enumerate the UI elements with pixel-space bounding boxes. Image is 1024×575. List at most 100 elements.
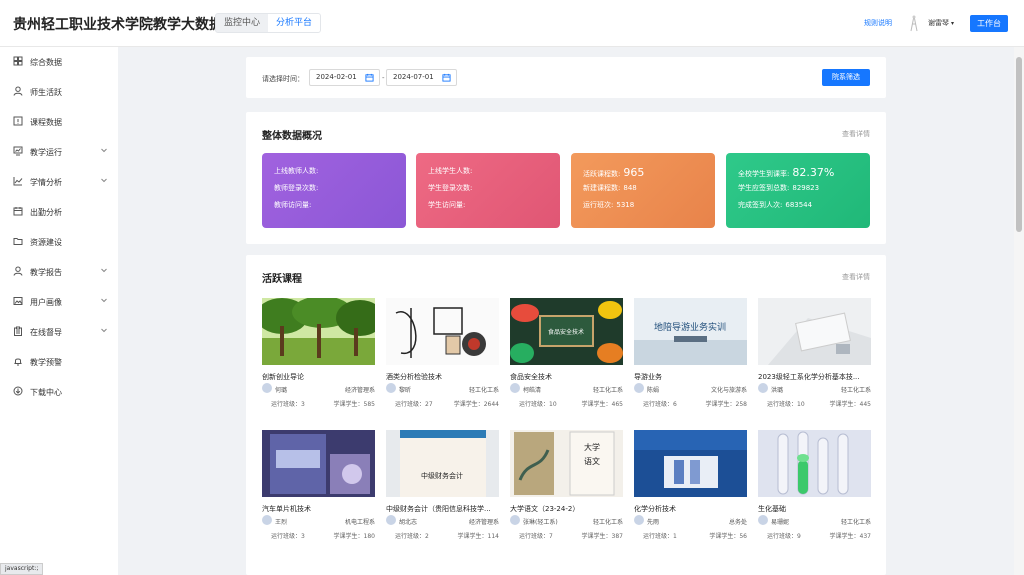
- course-title[interactable]: 化学分析技术: [634, 504, 747, 514]
- workbench-button[interactable]: 工作台: [970, 15, 1008, 32]
- classes-value: 10: [549, 401, 557, 408]
- course-title[interactable]: 酒类分析检验技术: [386, 372, 499, 382]
- download-icon: [13, 386, 23, 396]
- course-title[interactable]: 2023级轻工系化学分析基本技...: [758, 372, 871, 382]
- sidebar-item[interactable]: 出勤分析: [0, 201, 118, 223]
- tab-monitor-center[interactable]: 监控中心: [216, 14, 268, 32]
- course-thumbnail[interactable]: [758, 298, 871, 365]
- course-classes: 运行班级：27: [395, 399, 433, 408]
- course-classes: 运行班级：10: [519, 399, 557, 408]
- course-thumbnail[interactable]: 大学 语文: [510, 430, 623, 497]
- course-classes: 运行班级：7: [519, 531, 553, 540]
- sidebar-item[interactable]: 综合数据: [0, 51, 118, 73]
- students-value: 2644: [483, 401, 499, 408]
- svg-text:食品安全技术: 食品安全技术: [548, 328, 584, 336]
- course-classes: 运行班级：1: [643, 531, 677, 540]
- overview-card: 整体数据概况 查看详情 上线教师人数: 教师登录次数: 教师访问量: 上线学生人数: 学…: [246, 112, 886, 244]
- user-avatar-icon[interactable]: [907, 14, 921, 32]
- course-title[interactable]: 生化基础: [758, 504, 871, 514]
- sidebar-item[interactable]: 教学运行: [0, 141, 118, 163]
- stat-line: 运行班次: 5318: [583, 200, 634, 210]
- sidebar-item[interactable]: 在线督导: [0, 321, 118, 343]
- course-thumbnail[interactable]: [262, 430, 375, 497]
- students-value: 585: [363, 401, 375, 408]
- course-thumbnail[interactable]: [386, 298, 499, 365]
- calendar-icon: [13, 206, 23, 216]
- course-classes: 运行班级：3: [271, 531, 305, 540]
- course-thumbnail[interactable]: 中级财务会计: [386, 430, 499, 497]
- line-chart-icon: [13, 176, 23, 186]
- sidebar-item[interactable]: 师生活跃: [0, 81, 118, 103]
- course-students: 学课学生：56: [709, 531, 747, 540]
- course-students: 学课学生：437: [830, 531, 871, 540]
- classes-label: 运行班级：: [643, 533, 674, 540]
- stat-label: 教师访问量:: [274, 201, 312, 209]
- teacher-avatar: [634, 383, 644, 393]
- stat-value: 683544: [785, 201, 813, 209]
- tab-analysis-platform[interactable]: 分析平台: [268, 14, 321, 32]
- course-title[interactable]: 中级财务会计（贵阳信息科技学...: [386, 504, 499, 514]
- end-date-value: 2024-07-01: [393, 73, 434, 81]
- overview-more-link[interactable]: 查看详情: [842, 129, 870, 139]
- top-header: 贵州轻工职业技术学院教学大数据 监控中心 分析平台 规则说明 谢雷琴 ▾ 工作台: [0, 0, 1024, 47]
- classes-label: 运行班级：: [395, 533, 426, 540]
- course-teacher: 柯皓清: [523, 387, 542, 394]
- page-scrollbar[interactable]: [1014, 47, 1024, 575]
- stat-value: 5318: [616, 201, 635, 209]
- scrollbar-thumb[interactable]: [1016, 57, 1022, 232]
- user-report-icon: [13, 266, 23, 276]
- course-students: 学课学生：445: [830, 399, 871, 408]
- teacher-avatar: [386, 515, 396, 525]
- teacher-avatar: [386, 383, 396, 393]
- course-teacher: 何璐: [275, 387, 288, 394]
- course-classes: 运行班级：6: [643, 399, 677, 408]
- course-thumbnail[interactable]: [634, 430, 747, 497]
- end-date-input[interactable]: 2024-07-01: [386, 69, 457, 86]
- course-title[interactable]: 汽车单片机技术: [262, 504, 375, 514]
- course-thumbnail[interactable]: 食品安全技术: [510, 298, 623, 365]
- students-label: 学课学生：: [581, 401, 612, 408]
- teacher-avatar: [262, 383, 272, 393]
- classes-value: 1: [673, 533, 677, 540]
- course-thumbnail[interactable]: [262, 298, 375, 365]
- sidebar-item[interactable]: 资源建设: [0, 231, 118, 253]
- students-value: 258: [735, 401, 747, 408]
- start-date-input[interactable]: 2024-02-01: [309, 69, 380, 86]
- user-menu[interactable]: 谢雷琴 ▾: [928, 18, 954, 28]
- course-teacher: 易珊妮: [771, 519, 790, 526]
- course-department: 总务处: [728, 519, 747, 526]
- sidebar-item[interactable]: 学情分析: [0, 171, 118, 193]
- students-label: 学课学生：: [333, 533, 364, 540]
- stat-label: 学生应签到总数:: [738, 184, 790, 192]
- course-thumbnail[interactable]: 地陪导游业务实训: [634, 298, 747, 365]
- monitor-chart-icon: [13, 146, 23, 156]
- chevron-down-icon: [100, 146, 108, 154]
- sidebar-item[interactable]: 教学报告: [0, 261, 118, 283]
- students-label: 学课学生：: [581, 533, 612, 540]
- sidebar-item[interactable]: 教学预警: [0, 351, 118, 373]
- course-classes: 运行班级：10: [767, 399, 805, 408]
- classes-value: 6: [673, 401, 677, 408]
- app-title: 贵州轻工职业技术学院教学大数据: [13, 17, 223, 33]
- classes-label: 运行班级：: [519, 533, 550, 540]
- stat-line: 教师登录次数:: [274, 183, 321, 193]
- students-label: 学课学生：: [457, 533, 488, 540]
- sidebar-item[interactable]: 用户画像: [0, 291, 118, 313]
- course-title[interactable]: 导游业务: [634, 372, 747, 382]
- active-courses-title: 活跃课程: [262, 274, 302, 285]
- sidebar-item[interactable]: 下载中心: [0, 381, 118, 403]
- department-filter-button[interactable]: 院系筛选: [822, 69, 870, 86]
- stat-box: 全校学生到课率: 82.37% 学生应签到总数: 829823 完成签到人次: 68354…: [726, 153, 870, 228]
- course-thumbnail[interactable]: [758, 430, 871, 497]
- course-title[interactable]: 创新创业导论: [262, 372, 375, 382]
- course-department: 经济管理系: [468, 519, 499, 526]
- main-content: 请选择时间： 2024-02-01 - 2024-07-01 院系筛选 整体数据…: [118, 47, 1014, 575]
- classes-label: 运行班级：: [767, 533, 798, 540]
- rules-link[interactable]: 规则说明: [864, 18, 892, 28]
- sidebar-item[interactable]: 课程数据: [0, 111, 118, 133]
- classes-value: 3: [301, 533, 305, 540]
- course-title[interactable]: 大学语文（23-24-2）: [510, 504, 623, 514]
- course-title[interactable]: 食品安全技术: [510, 372, 623, 382]
- stat-label: 完成签到人次:: [738, 201, 783, 209]
- courses-more-link[interactable]: 查看详情: [842, 272, 870, 282]
